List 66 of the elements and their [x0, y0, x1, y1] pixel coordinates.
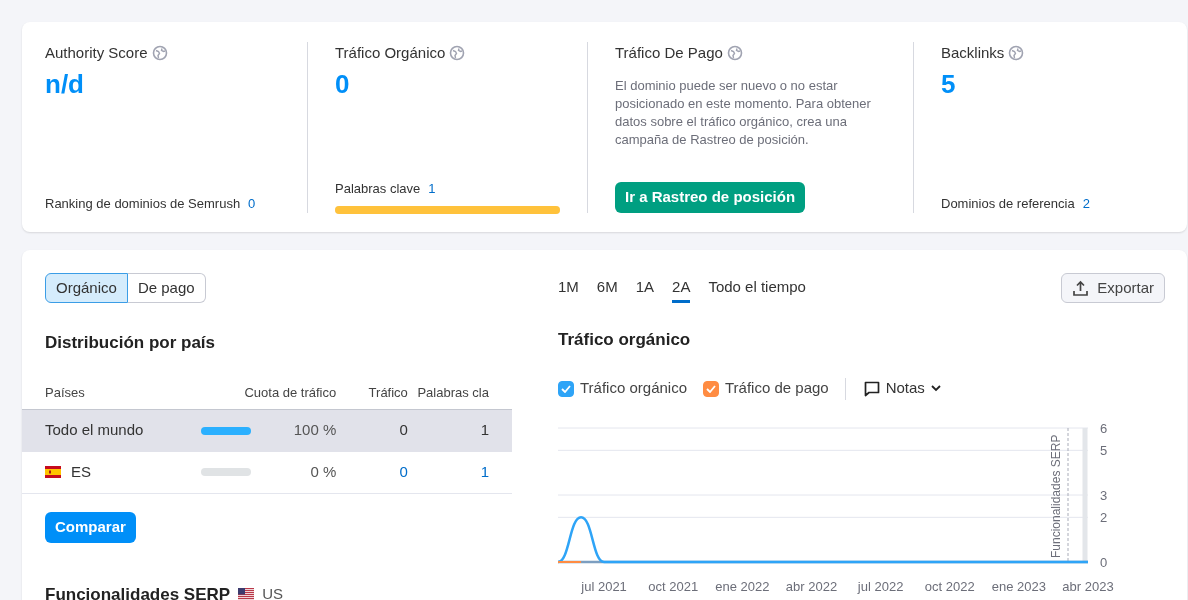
flag-icon — [45, 466, 61, 478]
globe-icon — [1008, 45, 1025, 62]
metric-title: Tráfico Orgánico — [335, 43, 446, 63]
globe-icon — [449, 45, 466, 62]
upload-icon — [1072, 279, 1090, 297]
x-axis-label: oct 2022 — [924, 578, 975, 594]
globe-icon — [151, 45, 168, 62]
period-tab[interactable]: 6M — [596, 273, 618, 303]
metric-footer-value[interactable]: 2 — [1082, 193, 1090, 213]
country-name: Todo el mundo — [45, 420, 144, 441]
export-button[interactable]: Exportar — [1061, 273, 1165, 303]
metric-title: Authority Score — [45, 43, 148, 63]
metric-footer-label: Ranking de dominios de Semrush — [45, 194, 241, 213]
y-axis-label: 3 — [1100, 487, 1108, 503]
legend-checkbox[interactable] — [703, 380, 719, 397]
y-axis-label: 2 — [1100, 509, 1108, 525]
traffic-value[interactable]: 0 — [336, 460, 408, 484]
keywords-value: 1 — [479, 420, 489, 441]
metric-title: Tráfico De Pago — [615, 43, 723, 63]
column-header: Países — [45, 384, 86, 403]
metric-description: El dominio puede ser nuevo o no estar posicionado en este momento. Para obtener datos sobre el tráfico orgánico, crea una campaña de Rastreo de posición. — [615, 76, 872, 149]
metric-footer-value[interactable]: 0 — [248, 193, 256, 213]
x-axis-label: abr 2022 — [785, 578, 838, 594]
globe-icon — [726, 45, 743, 62]
traffic-value: 0 — [398, 420, 408, 441]
annotation-label: Funcionalidades SERP — [1049, 434, 1063, 558]
section-heading: Distribución por país — [45, 332, 217, 354]
section-heading: Funcionalidades SERP — [45, 583, 231, 600]
country-code: US — [262, 584, 283, 600]
y-axis-label: 6 — [1100, 420, 1108, 436]
keywords-value[interactable]: 1 — [407, 460, 489, 484]
x-axis-label: jul 2022 — [857, 578, 904, 594]
table-row[interactable]: Todo el mundo 100 % 0 1 — [22, 409, 512, 452]
period-tab[interactable]: 2A — [672, 273, 691, 303]
x-axis-label: oct 2021 — [648, 578, 699, 594]
legend-label: Tráfico orgánico — [580, 378, 687, 399]
period-tab[interactable]: Todo el tiempo — [708, 273, 806, 303]
check-icon — [706, 384, 716, 393]
y-axis-label: 0 — [1100, 554, 1108, 570]
country-name: ES — [71, 461, 91, 482]
column-header: Cuota de tráfico — [243, 384, 337, 403]
x-axis-label: abr 2023 — [1062, 578, 1114, 594]
x-axis-label: ene 2022 — [715, 578, 770, 594]
metric-footer-label: Dominios de referencia — [941, 194, 1075, 213]
metric-footer-label: Palabras clave — [335, 179, 421, 198]
period-tab[interactable]: 1A — [635, 273, 655, 303]
metric-footer-value[interactable]: 1 — [428, 178, 436, 198]
legend-checkbox[interactable] — [558, 380, 574, 397]
table-row[interactable]: ES 0 % 0 1 — [22, 451, 512, 494]
y-axis-label: 5 — [1100, 442, 1108, 458]
chart-title: Tráfico orgánico — [558, 329, 692, 351]
share-value: 0 % — [310, 461, 337, 482]
metric-title: Backlinks — [941, 43, 1005, 63]
source-tab[interactable]: De pago — [127, 273, 206, 303]
x-axis-label: jul 2021 — [581, 578, 627, 594]
legend-label: Tráfico de pago — [725, 378, 829, 399]
notes-button[interactable]: Notas — [863, 377, 941, 400]
chevron-down-icon — [930, 385, 941, 392]
period-tab[interactable]: 1M — [558, 273, 579, 303]
comment-icon — [863, 380, 880, 397]
x-axis-label: ene 2023 — [991, 578, 1046, 594]
column-header: Tráfico — [367, 384, 408, 403]
check-icon — [561, 384, 571, 393]
column-header: Palabras cla — [416, 384, 489, 403]
source-tab[interactable]: Orgánico — [45, 273, 128, 303]
share-value: 100 % — [293, 420, 337, 441]
